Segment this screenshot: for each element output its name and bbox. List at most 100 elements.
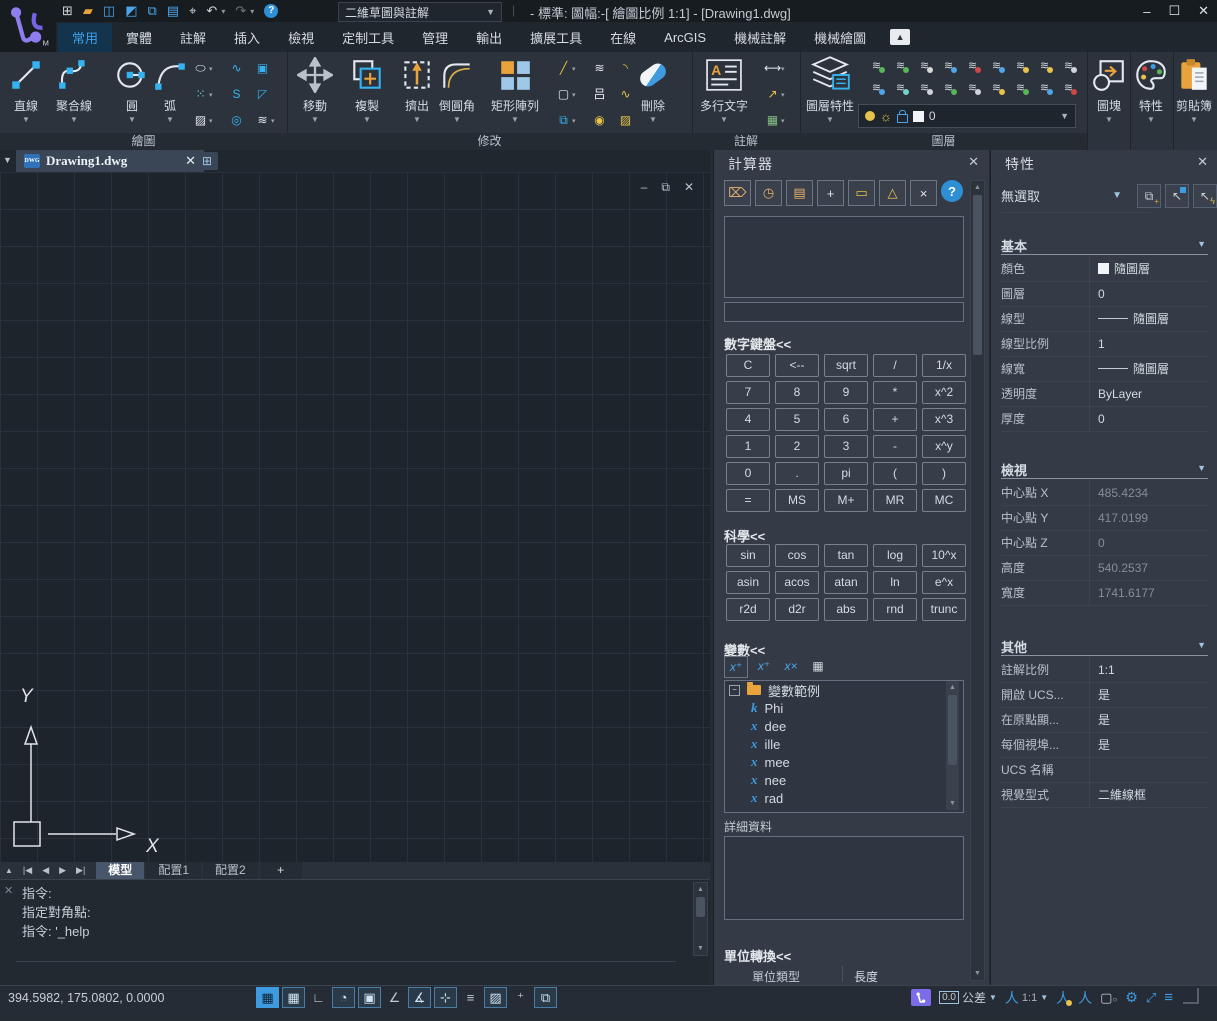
section-header-1[interactable]: 檢視▼ (1001, 460, 1208, 479)
section-collapse-icon[interactable]: ▼ (1197, 463, 1206, 473)
block-button[interactable]: 圖塊▼ (1091, 56, 1127, 124)
scientific-section-label[interactable]: 科學<< (724, 526, 765, 545)
layer-tool-icon-5[interactable]: ≋ (986, 58, 1007, 75)
dropdown-arrow-icon[interactable]: ▾ (250, 7, 254, 16)
properties-button[interactable]: 特性▼ (1133, 56, 1169, 124)
calc-key-plus[interactable]: + (873, 408, 917, 431)
grid-display-toggle[interactable]: ▦ (256, 987, 279, 1008)
revision-cloud-icon[interactable]: ≋ (254, 112, 271, 129)
dropdown-arrow-icon[interactable]: ▼ (166, 115, 174, 124)
prop-row-center-z[interactable]: 中心點 Z0 (1001, 530, 1208, 556)
prop-value-linetype[interactable]: 隨圖層 (1090, 310, 1169, 327)
layer-tool-icon-15[interactable]: ≋ (1010, 80, 1031, 97)
dimension-icon[interactable]: ⟷ (764, 60, 781, 77)
layer-tool-icon-4[interactable]: ≋ (962, 58, 983, 75)
prop-row-view-width[interactable]: 寬度1741.6177 (1001, 580, 1208, 606)
scale-icon[interactable]: ▢ (555, 86, 572, 103)
dropdown-arrow-icon[interactable]: ▼ (649, 115, 657, 124)
help-icon[interactable]: ? (264, 4, 278, 18)
calc-key-7[interactable]: 7 (726, 381, 770, 404)
calculator-scrollbar[interactable]: ▲▼ (970, 180, 985, 981)
document-close-icon[interactable]: ✕ (185, 153, 196, 169)
selection-cycling-icon[interactable]: ▢○ (1100, 990, 1117, 1006)
layer-tool-icon-13[interactable]: ≋ (962, 80, 983, 97)
menu-tab-output[interactable]: 輸出 (462, 23, 516, 52)
open-file-icon[interactable]: ▰ (83, 0, 93, 22)
prop-row-layer[interactable]: 圖層0 (1001, 281, 1208, 307)
polyline-edit-icon[interactable]: ∿ (617, 86, 634, 103)
hatch-edit-icon[interactable]: ▨ (617, 112, 634, 129)
unit-type-value[interactable]: 長度 (854, 968, 878, 985)
scrollbar-thumb[interactable] (696, 897, 705, 917)
prop-row-ucs-icon-origin[interactable]: 在原點顯...是 (1001, 707, 1208, 733)
prop-value-linetype-scale[interactable]: 1 (1090, 337, 1105, 351)
close-button[interactable]: ✕ (1198, 3, 1209, 19)
dropdown-arrow-icon[interactable]: ▾ (572, 91, 580, 99)
menu-tab-mech-draw[interactable]: 機械繪圖 (800, 23, 880, 52)
dropdown-arrow-icon[interactable]: ▼ (720, 115, 728, 124)
variable-item-vee[interactable]: xvee (725, 807, 963, 813)
calc-key-xc2[interactable]: x^2 (922, 381, 966, 404)
sci-key-trunc[interactable]: trunc (922, 598, 966, 621)
prop-row-lineweight[interactable]: 線寬隨圖層 (1001, 356, 1208, 382)
table-icon[interactable]: ▦ (764, 112, 781, 129)
align-icon[interactable]: 吕 (591, 86, 608, 103)
layout-prev-icon[interactable]: ◀ (37, 865, 54, 876)
properties-close-icon[interactable]: ✕ (1197, 154, 1208, 170)
prop-value-ucs-per-viewport[interactable]: 是 (1090, 736, 1110, 753)
object-snap-tracking-toggle[interactable]: ∡ (408, 987, 431, 1008)
layer-tool-icon-10[interactable]: ≋ (890, 80, 911, 97)
prop-row-transparency[interactable]: 透明度ByLayer (1001, 381, 1208, 407)
redo-icon[interactable]: ↷ (235, 0, 246, 22)
document-tab[interactable]: DWG Drawing1.dwg ✕ (16, 150, 204, 172)
calculator-input[interactable] (724, 302, 964, 322)
command-expand-icon[interactable]: ▲ (0, 866, 18, 875)
calc-key-1divx[interactable]: 1/x (922, 354, 966, 377)
ortho-mode-toggle[interactable]: ∟ (308, 988, 329, 1007)
section-collapse-icon[interactable]: ▼ (1197, 239, 1206, 249)
new-document-button[interactable]: ⊞ (196, 152, 218, 170)
drawing-restore-icon[interactable]: ⧉ (661, 180, 670, 195)
edit-variable-icon[interactable]: x⁺ (753, 656, 775, 676)
dropdown-arrow-icon[interactable]: ▼ (413, 115, 421, 124)
calc-key-eq[interactable]: = (726, 489, 770, 512)
stretch-button[interactable]: 擠出▼ (399, 56, 435, 124)
dropdown-arrow-icon[interactable]: ▾ (221, 7, 225, 16)
layer-color-swatch[interactable] (913, 111, 924, 122)
layout-last-icon[interactable]: ▶| (71, 865, 90, 876)
sci-key-acos[interactable]: acos (775, 571, 819, 594)
layer-tool-icon-1[interactable]: ≋ (890, 58, 911, 75)
sci-key-ln[interactable]: ln (873, 571, 917, 594)
sci-key-log[interactable]: log (873, 544, 917, 567)
layout-next-icon[interactable]: ▶ (54, 865, 71, 876)
variable-item-mee[interactable]: xmee (725, 753, 963, 771)
boundary-icon[interactable]: ▣ (254, 60, 271, 77)
menu-tab-annotate[interactable]: 註解 (166, 23, 220, 52)
erase-button[interactable]: 刪除▼ (639, 56, 667, 124)
clipboard-button[interactable]: 剪貼簿▼ (1176, 56, 1212, 124)
layer-properties-button[interactable]: 圖層特性▼ (806, 56, 854, 124)
menu-tab-insert[interactable]: 插入 (220, 23, 274, 52)
resize-grip[interactable] (1183, 988, 1199, 1004)
prop-value-ucs-icon-origin[interactable]: 是 (1090, 711, 1110, 728)
layout-tab-layout1[interactable]: 配置1 (146, 862, 201, 879)
prop-value-color[interactable]: 隨圖層 (1090, 260, 1150, 277)
prop-row-center-x[interactable]: 中心點 X485.4234 (1001, 480, 1208, 506)
maximize-button[interactable]: ☐ (1168, 3, 1180, 19)
viewport-preview-toggle[interactable]: ⧉ (534, 987, 557, 1008)
prop-row-ucs-per-viewport[interactable]: 每個視埠...是 (1001, 732, 1208, 758)
calculator-history-box[interactable] (724, 216, 964, 298)
variable-item-dee[interactable]: xdee (725, 717, 963, 735)
dropdown-arrow-icon[interactable]: ▾ (572, 117, 580, 125)
calc-key-mul[interactable]: * (873, 381, 917, 404)
layout-tab-model[interactable]: 模型 (96, 862, 144, 879)
section-header-2[interactable]: 其他▼ (1001, 637, 1208, 656)
collapse-icon[interactable]: − (729, 685, 740, 696)
calc-key-3[interactable]: 3 (824, 435, 868, 458)
app-logo[interactable]: M (0, 0, 56, 52)
dropdown-arrow-icon[interactable]: ▾ (781, 91, 789, 99)
sci-key-cos[interactable]: cos (775, 544, 819, 567)
menu-tab-manage[interactable]: 管理 (408, 23, 462, 52)
prop-row-linetype[interactable]: 線型隨圖層 (1001, 306, 1208, 332)
object-snap-toggle[interactable]: ▣ (358, 987, 381, 1008)
